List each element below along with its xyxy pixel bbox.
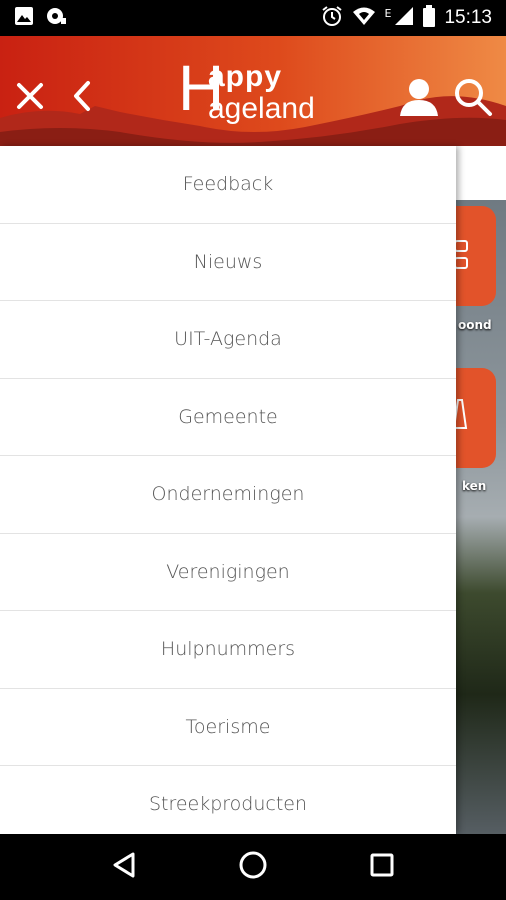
app-header: H appy ageland [0,36,506,146]
chevron-left-icon [74,81,90,111]
user-icon [400,79,438,116]
image-icon [14,6,34,30]
menu-item-label: Ondernemingen [151,483,305,506]
background-tile-1-label: oond [458,318,492,332]
close-button[interactable] [12,78,48,114]
menu-item-label: Verenigingen [166,560,290,583]
menu-item-label: Toerisme [185,715,271,738]
menu-item-label: Nieuws [193,250,263,273]
status-bar: E 15:13 [0,0,506,36]
triangle-back-icon [113,852,135,878]
nav-recents-button[interactable] [369,852,395,882]
menu-item-ondernemingen[interactable]: Ondernemingen [0,456,456,534]
network-type-label: E [384,6,392,20]
background-tile-2-label: ken [462,479,487,493]
nav-back-button[interactable] [111,851,137,883]
search-icon [455,79,492,116]
alarm-icon [321,5,343,31]
close-icon [17,83,43,109]
menu-item-feedback[interactable]: Feedback [0,146,456,224]
menu-item-label: Streekproducten [148,793,308,816]
menu-item-label: Gemeente [178,405,278,428]
profile-button[interactable] [396,74,442,120]
signal-icon [394,6,414,30]
menu-item-toerisme[interactable]: Toerisme [0,689,456,766]
search-button[interactable] [450,74,496,120]
menu-item-gemeente[interactable]: Gemeente [0,379,456,456]
menu-item-uit-agenda[interactable]: UIT-Agenda [0,301,456,379]
menu-item-streekproducten[interactable]: Streekproducten [0,766,456,844]
menu-item-verenigingen[interactable]: Verenigingen [0,534,456,611]
tile-icon [454,240,468,269]
menu-item-nieuws[interactable]: Nieuws [0,224,456,301]
system-navigation-bar [0,834,506,900]
wifi-icon [352,6,376,30]
happy-hageland-logo: H appy ageland [178,52,315,125]
menu-item-label: Feedback [182,173,274,196]
status-time: 15:13 [444,7,492,28]
battery-icon [423,5,436,31]
square-recents-icon [370,853,394,877]
navigation-drawer: Feedback Nieuws UIT-Agenda Gemeente Onde… [0,146,456,844]
menu-item-label: UIT-Agenda [174,328,282,351]
back-button[interactable] [64,78,100,114]
menu-item-label: Hulpnummers [160,638,296,661]
menu-item-hulpnummers[interactable]: Hulpnummers [0,611,456,689]
nav-home-button[interactable] [238,850,268,884]
circle-home-icon [239,851,267,879]
location-icon [44,6,66,30]
